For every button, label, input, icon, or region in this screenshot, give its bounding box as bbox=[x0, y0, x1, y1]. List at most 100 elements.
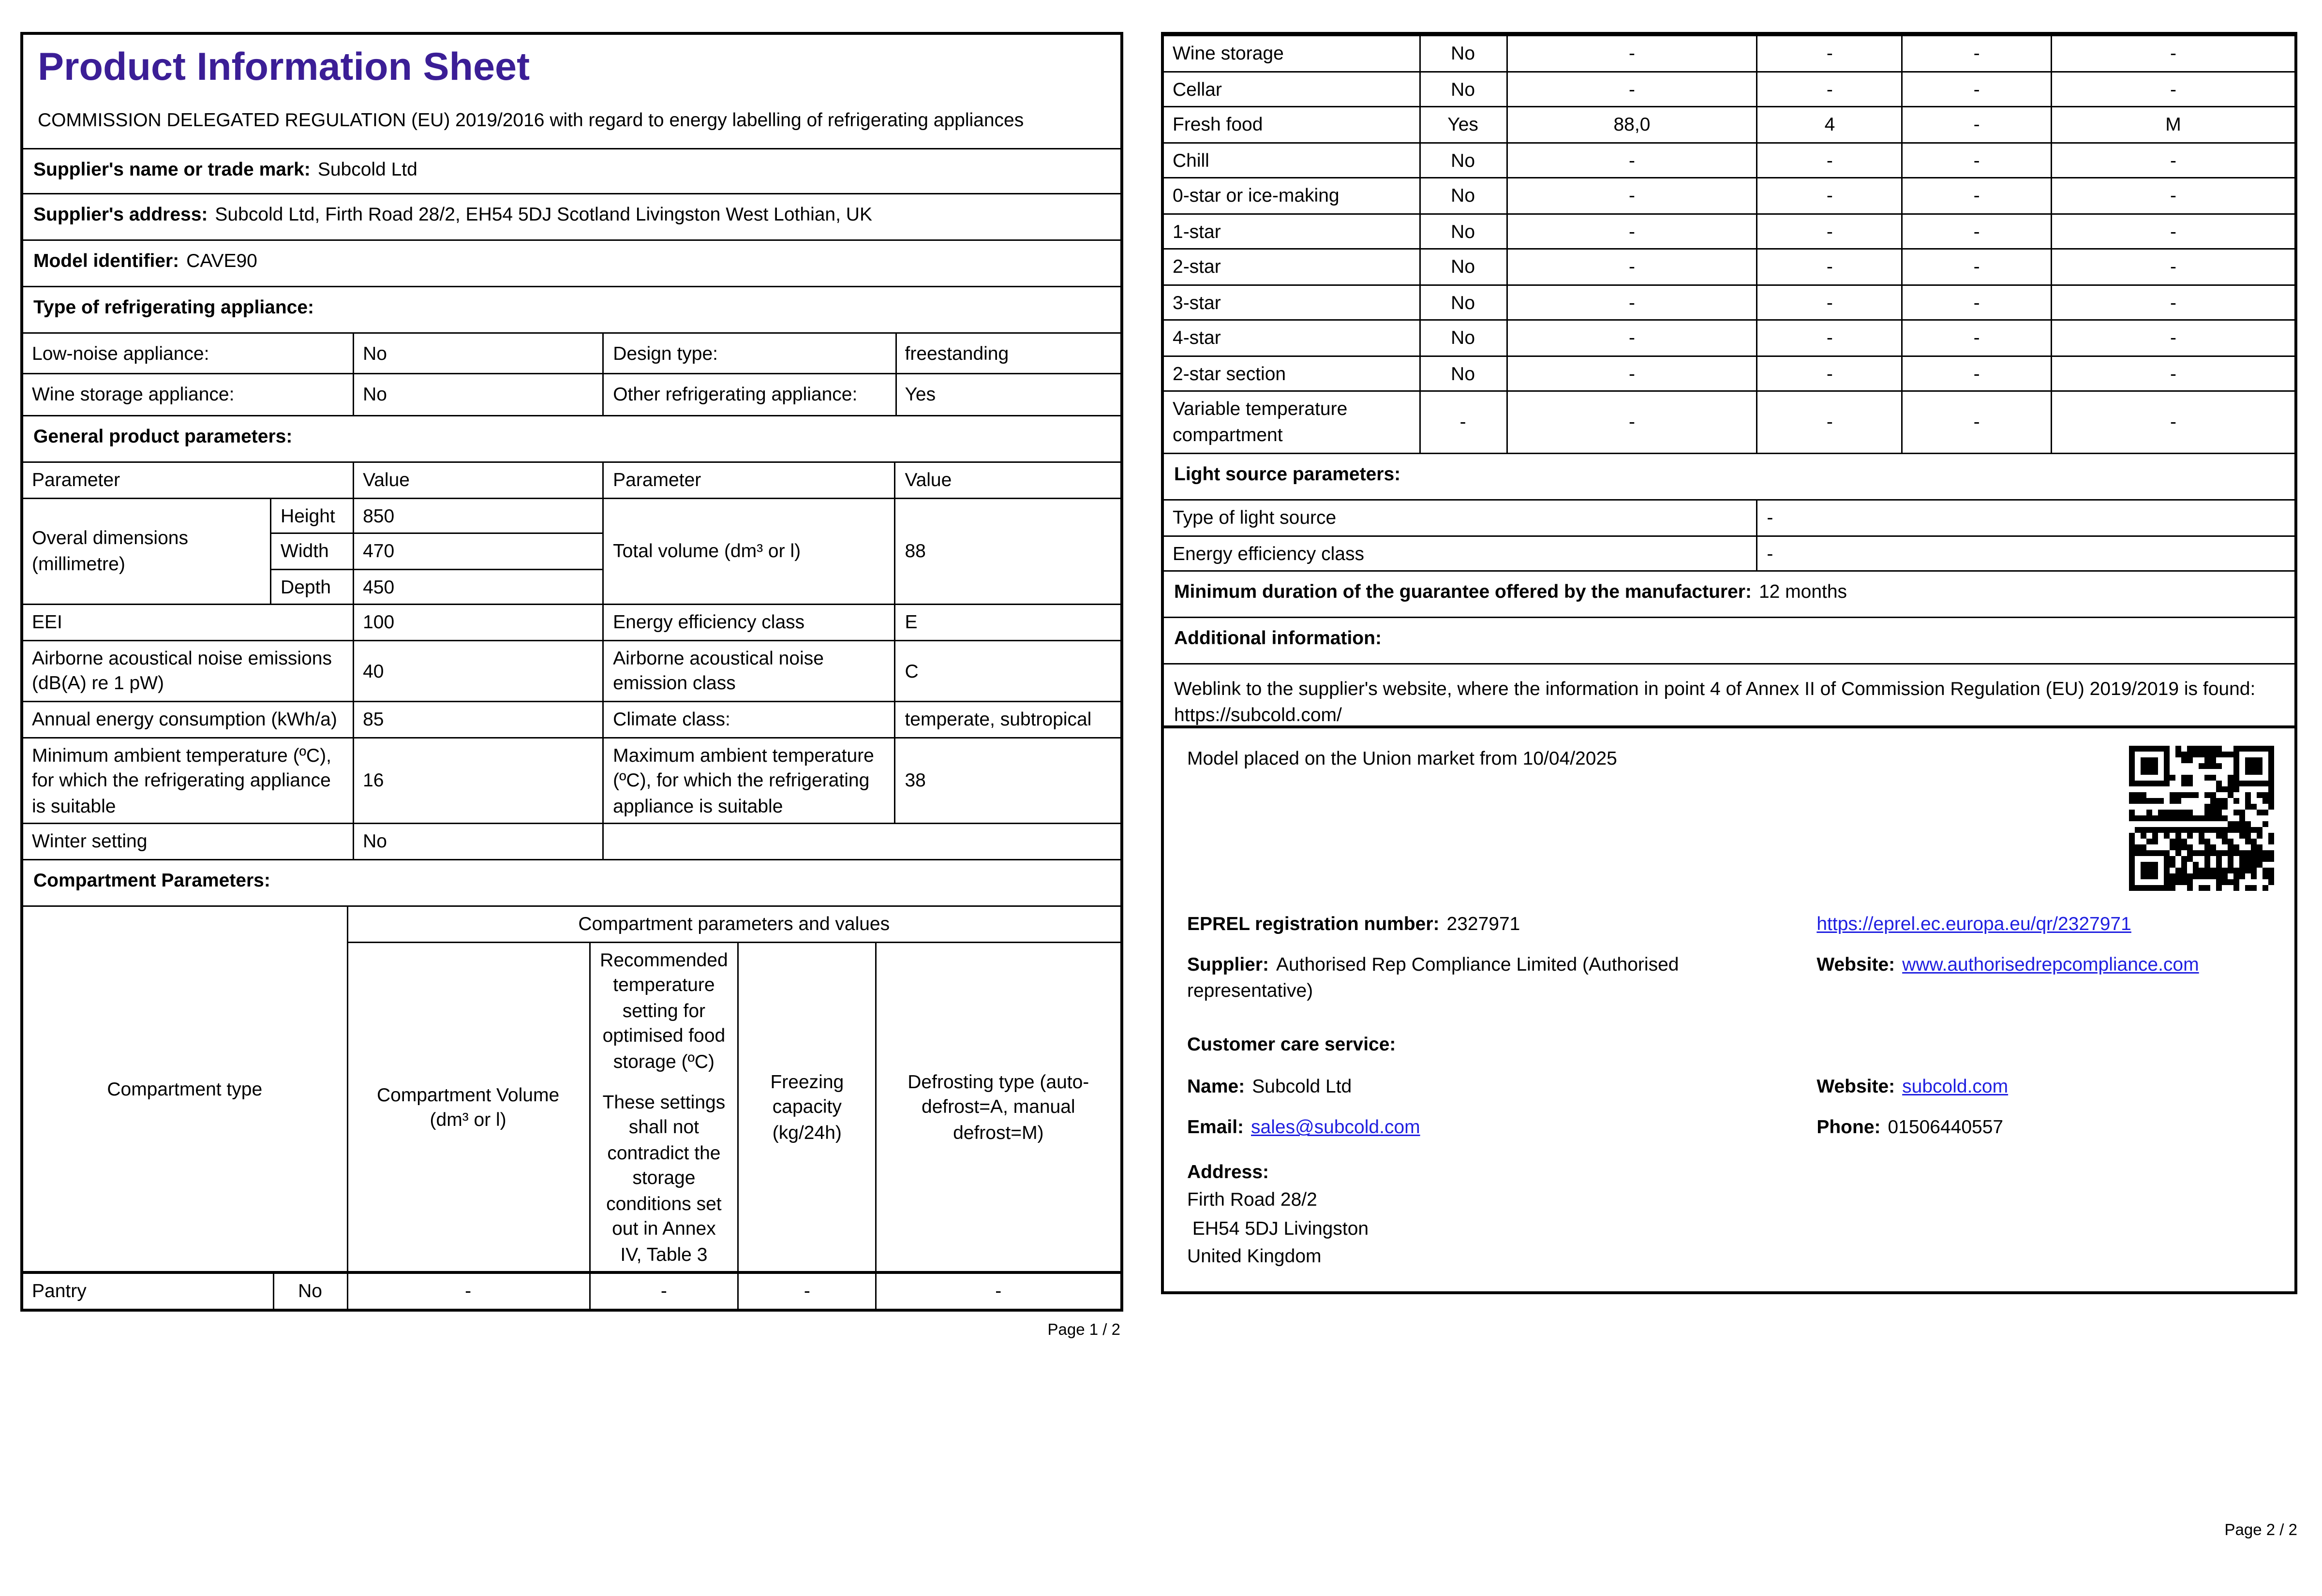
recommended-temp-header-note: These settings shall not contradict the … bbox=[602, 1090, 726, 1265]
compartment-freezing: - bbox=[1901, 177, 2052, 215]
compartment-name: 4-star bbox=[1164, 320, 1420, 357]
compartment-defrost: M bbox=[2050, 106, 2294, 143]
light-class-value: - bbox=[1756, 534, 2294, 571]
section-compartment-parameters: Compartment Parameters: bbox=[23, 858, 1120, 906]
compartment-name: 2-star section bbox=[1164, 355, 1420, 393]
care-email-link[interactable]: sales@subcold.com bbox=[1251, 1116, 1420, 1138]
compartment-volume: - bbox=[1505, 248, 1758, 286]
care-website-link[interactable]: subcold.com bbox=[1902, 1075, 2008, 1096]
eprel-link-cell: https://eprel.ec.europa.eu/qr/2327971 bbox=[1816, 911, 2283, 936]
annual-energy-label: Annual energy consumption (kWh/a) bbox=[23, 701, 355, 738]
light-source-table: Type of light source - Energy efficiency… bbox=[1164, 499, 2294, 571]
compartment-name: Cellar bbox=[1164, 70, 1420, 108]
compartment-defrost: - bbox=[2050, 70, 2294, 108]
compartment-volume: 88,0 bbox=[1505, 106, 1758, 143]
compartment-freezing: - bbox=[1901, 284, 2052, 322]
compartment-temp: - bbox=[1756, 355, 1903, 393]
compartment-name: Fresh food bbox=[1164, 106, 1420, 143]
care-name-cell: Name: Subcold Ltd bbox=[1187, 1073, 1805, 1099]
energy-class-label: Energy efficiency class bbox=[603, 604, 896, 641]
design-type-label: Design type: bbox=[603, 333, 896, 375]
compartment-volume: - bbox=[1505, 141, 1758, 179]
compartment-temp: - bbox=[1756, 141, 1903, 179]
compartment-name: Chill bbox=[1164, 141, 1420, 179]
guarantee-row: Minimum duration of the guarantee offere… bbox=[1164, 570, 2294, 617]
supplier-name-label: Supplier's name or trade mark: bbox=[33, 158, 311, 180]
compartment-flag: No bbox=[1418, 213, 1507, 250]
light-class-label: Energy efficiency class bbox=[1164, 534, 1758, 571]
table-row: Wine storage appliance: No Other refrige… bbox=[23, 373, 1120, 414]
pantry-volume: - bbox=[346, 1271, 590, 1309]
address-line: Firth Road 28/2 bbox=[1187, 1188, 1317, 1211]
table-row: Minimum ambient temperature (ºC), for wh… bbox=[23, 736, 1120, 825]
model-identifier-value: CAVE90 bbox=[186, 250, 257, 272]
compartment-flag: No bbox=[1418, 355, 1507, 393]
table-row: Energy efficiency class - bbox=[1164, 534, 2294, 571]
annual-energy-value: 85 bbox=[353, 701, 605, 738]
light-type-label: Type of light source bbox=[1164, 500, 1758, 536]
eprel-row: EPREL registration number: 2327971 https:… bbox=[1187, 911, 2271, 936]
page-2-sheet: Wine storage No - - - - Cellar No - - - … bbox=[1161, 32, 2297, 751]
compartment-temp: - bbox=[1756, 391, 1903, 452]
care-email-label: Email: bbox=[1187, 1116, 1244, 1138]
compartment-volume: - bbox=[1505, 177, 1758, 215]
other-appliance-value: Yes bbox=[894, 373, 1120, 414]
eprel-registration: EPREL registration number: 2327971 bbox=[1187, 911, 1805, 936]
compartment-name: 1-star bbox=[1164, 213, 1420, 250]
weblink-url: https://subcold.com/ bbox=[1174, 703, 1342, 725]
compartment-volume: - bbox=[1505, 213, 1758, 250]
compartment-row: Chill No - - - - bbox=[1164, 141, 2294, 179]
depth-label: Depth bbox=[271, 568, 355, 606]
guarantee-value: 12 months bbox=[1758, 580, 1847, 603]
empty-cell bbox=[603, 823, 1120, 859]
width-label: Width bbox=[271, 532, 355, 570]
total-volume-value: 88 bbox=[894, 497, 1120, 606]
compartment-freezing: - bbox=[1901, 355, 2052, 393]
total-volume-label: Total volume (dm³ or l) bbox=[603, 497, 896, 606]
col-header-value-1: Value bbox=[353, 462, 605, 499]
table-row: Annual energy consumption (kWh/a) 85 Cli… bbox=[23, 701, 1120, 738]
compartment-flag: No bbox=[1418, 284, 1507, 322]
light-type-value: - bbox=[1756, 500, 2294, 536]
recommended-temp-header-text: Recommended temperature setting for opti… bbox=[600, 948, 728, 1073]
compartment-flag: No bbox=[1418, 35, 1507, 72]
supplier-website-cell: Website: www.authorisedrepcompliance.com bbox=[1816, 952, 2283, 1003]
col-header-value-2: Value bbox=[894, 462, 1120, 499]
compartment-flag: No bbox=[1418, 177, 1507, 215]
compartment-flag: No bbox=[1418, 141, 1507, 179]
compartment-type-header: Compartment type bbox=[23, 906, 348, 1274]
page-1-footer: Page 1 / 2 bbox=[1047, 1321, 1120, 1339]
compartment-defrost: - bbox=[2050, 284, 2294, 322]
regulation-text: COMMISSION DELEGATED REGULATION (EU) 201… bbox=[38, 109, 1024, 132]
section-light-source: Light source parameters: bbox=[1164, 452, 2294, 500]
compartment-row: Variable temperature compartment - - - -… bbox=[1164, 391, 2294, 452]
eprel-qr-link[interactable]: https://eprel.ec.europa.eu/qr/2327971 bbox=[1816, 912, 2131, 934]
address-block: Address: Firth Road 28/2 EH54 5DJ Living… bbox=[1187, 1157, 2271, 1271]
care-name-value: Subcold Ltd bbox=[1252, 1075, 1352, 1097]
low-noise-value: No bbox=[353, 333, 605, 375]
compartment-volume-header: Compartment Volume (dm³ or l) bbox=[347, 941, 590, 1274]
guarantee-label: Minimum duration of the guarantee offere… bbox=[1174, 580, 1752, 603]
winter-setting-value: No bbox=[353, 823, 605, 859]
supplier-website-link[interactable]: www.authorisedrepcompliance.com bbox=[1902, 953, 2199, 975]
market-date-text: Model placed on the Union market from 10… bbox=[1187, 747, 1617, 769]
compartment-name: Wine storage bbox=[1164, 35, 1420, 72]
model-identifier-row: Model identifier: CAVE90 bbox=[23, 239, 1120, 285]
pantry-temp: - bbox=[588, 1271, 740, 1309]
noise-class-label: Airborne acoustical noise emission class bbox=[603, 639, 896, 703]
col-header-parameter-1: Parameter bbox=[23, 462, 355, 499]
compartment-freezing: - bbox=[1901, 70, 2052, 108]
noise-label: Airborne acoustical noise emissions (dB(… bbox=[23, 639, 355, 703]
min-ambient-value: 16 bbox=[353, 736, 605, 825]
compartment-temp: - bbox=[1756, 70, 1903, 108]
dimensions-label: Overal dimensions (millimetre) bbox=[23, 497, 272, 606]
market-info-box: Model placed on the Union market from 10… bbox=[1161, 725, 2297, 1294]
compartment-volume: - bbox=[1505, 355, 1758, 393]
compartment-values-table: Wine storage No - - - - Cellar No - - - … bbox=[1164, 35, 2294, 452]
compartment-defrost: - bbox=[2050, 213, 2294, 250]
table-row: Low-noise appliance: No Design type: fre… bbox=[23, 333, 1120, 375]
page-title: Product Information Sheet bbox=[38, 45, 530, 89]
compartment-flag: No bbox=[1418, 70, 1507, 108]
min-ambient-label: Minimum ambient temperature (ºC), for wh… bbox=[23, 736, 355, 825]
compartment-freezing: - bbox=[1901, 106, 2052, 143]
